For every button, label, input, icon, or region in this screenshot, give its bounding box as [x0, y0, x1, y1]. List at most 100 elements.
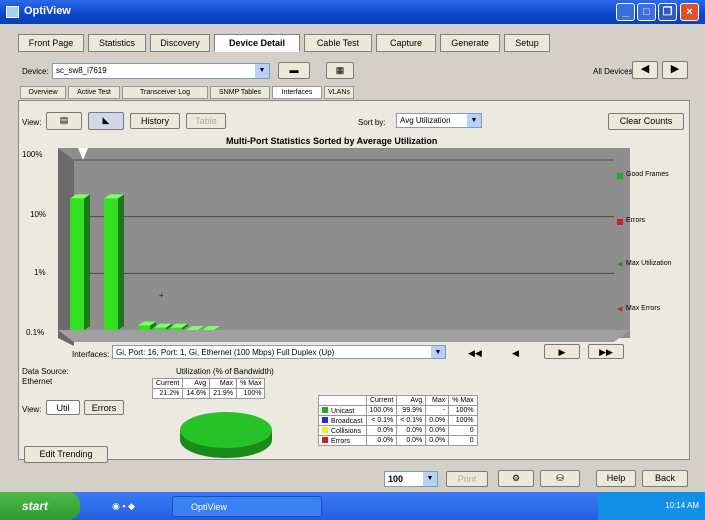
util-header: Current [151, 378, 184, 389]
chevron-down-icon: ▼ [423, 472, 437, 486]
start-button[interactable]: start [0, 492, 80, 520]
util-header: Max [209, 378, 238, 389]
network-button[interactable]: ⛁ [540, 470, 580, 487]
util-header: % Max [236, 378, 266, 389]
stats-row-name: Unicast [318, 405, 367, 416]
utilization-heading: Utilization (% of Bandwidth) [176, 367, 274, 376]
chart-icon: ◣ [102, 115, 110, 125]
chart-bar-front [70, 198, 84, 330]
utilization-pie-chart [180, 412, 272, 458]
stats-header: % Max [448, 395, 478, 406]
errors-button[interactable]: Errors [84, 400, 124, 415]
util-header: Avg [182, 378, 211, 389]
stats-cell: - [425, 405, 450, 416]
prev-device-button[interactable]: ◀ [632, 61, 658, 79]
stats-row-label: Broadcast [331, 417, 363, 425]
print-button[interactable]: Print [446, 471, 488, 487]
taskbar-app-button[interactable]: OptiView [172, 496, 322, 517]
stats-row-name: Broadcast [318, 415, 367, 426]
tab-device-detail[interactable]: Device Detail [214, 34, 300, 52]
chart-bar-front [104, 198, 118, 330]
minimize-icon[interactable]: _ [616, 3, 635, 21]
y-tick-3: 0.1% [26, 328, 45, 337]
restore-icon[interactable]: ❐ [658, 3, 677, 21]
chevron-down-icon: ▼ [467, 114, 481, 127]
quick-launch-icons[interactable]: ◉ ▪ ◆ [112, 501, 135, 512]
table-button[interactable]: Table [186, 113, 226, 129]
stats-row-label: Errors [331, 437, 351, 445]
subtab-overview[interactable]: Overview [20, 86, 66, 99]
taskbar-app-label: OptiView [191, 502, 227, 512]
legend-errors-swatch [617, 219, 623, 225]
chevron-down-icon: ▼ [255, 64, 269, 78]
stats-cell: 100% [448, 415, 478, 426]
tab-statistics[interactable]: Statistics [88, 34, 146, 52]
device-list-button[interactable]: ▬ [278, 62, 310, 79]
subtab-transceiver-log[interactable]: Transceiver Log [122, 86, 208, 99]
util-button[interactable]: Util [46, 400, 80, 415]
device-value: sc_sw8_i7619 [56, 66, 107, 75]
stats-header: Avg [396, 395, 427, 406]
sort-select[interactable]: Avg Utilization ▼ [396, 113, 482, 128]
device-select[interactable]: sc_sw8_i7619 ▼ [52, 63, 270, 79]
data-view-label: View: [22, 405, 42, 414]
subtab-active-test[interactable]: Active Test [68, 86, 120, 99]
close-icon[interactable]: × [680, 3, 699, 21]
next-device-button[interactable]: ▶ [662, 61, 688, 79]
tools-button[interactable]: ⚙ [498, 470, 534, 487]
stats-cell: 0.0% [396, 425, 427, 436]
edit-trending-button[interactable]: Edit Trending [24, 446, 108, 463]
stats-header: Current [365, 395, 398, 406]
stats-row-name: Collisions [318, 425, 367, 436]
util-value: 14.6% [182, 388, 211, 399]
chart-bar-front [154, 327, 166, 330]
chart-bar-side [84, 194, 90, 330]
prev-page-icon[interactable]: ◀ [512, 348, 519, 359]
table-row: Broadcast < 0.1% < 0.1% 0.0% 100% [318, 415, 478, 426]
table-row: Current Avg Max % Max [318, 395, 478, 406]
arrow-left-icon: ◀ [640, 63, 650, 75]
tab-setup[interactable]: Setup [504, 34, 550, 52]
maximize-icon[interactable]: □ [637, 3, 656, 21]
chart-back-wall [58, 148, 630, 338]
util-value: 21.9% [209, 388, 238, 399]
zoom-value: 100 [388, 474, 404, 484]
chart-floor [58, 330, 630, 342]
tab-generate[interactable]: Generate [440, 34, 500, 52]
tab-cable-test[interactable]: Cable Test [304, 34, 372, 52]
subtab-snmp-tables[interactable]: SNMP Tables [210, 86, 270, 99]
pie-top [180, 412, 272, 448]
graph-view-button[interactable]: ◣ [88, 112, 124, 130]
all-devices-label: All Devices: [593, 67, 635, 76]
interface-select[interactable]: Gi, Port: 16, Port: 1, Gi, Ethernet (100… [112, 345, 446, 359]
tools-icon: ⚙ [511, 473, 521, 483]
chart-point-label: + [159, 291, 164, 300]
table-row: Current Avg Max % Max [151, 378, 266, 389]
y-tick-1: 10% [30, 210, 47, 219]
util-value: 21.2% [151, 388, 184, 399]
arrow-right-icon: ▶ [670, 63, 680, 75]
first-page-icon[interactable]: ◀◀ [468, 348, 482, 359]
stats-cell: 0 [448, 435, 478, 446]
tab-discovery[interactable]: Discovery [150, 34, 210, 52]
tab-front-page[interactable]: Front Page [18, 34, 84, 52]
next-page-button[interactable]: ▶ [544, 344, 580, 359]
subtab-interfaces[interactable]: Interfaces [272, 86, 322, 99]
stats-cell: 100.0% [365, 405, 398, 416]
chart-bar-front [138, 325, 150, 330]
stats-table: Current Avg Max % Max Unicast 100.0% 99.9%… [318, 395, 478, 446]
system-tray: 10:14 AM [598, 492, 705, 520]
back-button[interactable]: Back [642, 470, 688, 487]
history-button[interactable]: History [130, 113, 180, 129]
zoom-select[interactable]: 100 ▼ [384, 471, 438, 487]
tab-capture[interactable]: Capture [376, 34, 436, 52]
subtab-vlans[interactable]: VLANs [324, 86, 354, 99]
device-info-button[interactable]: ▦ [326, 62, 354, 79]
stats-cell: 0.0% [425, 435, 450, 446]
clear-counts-button[interactable]: Clear Counts [608, 113, 684, 130]
bar-view-button[interactable]: ▤ [46, 112, 82, 130]
last-page-button[interactable]: ▶▶ [588, 344, 624, 359]
help-button[interactable]: Help [596, 470, 636, 487]
table-row: Collisions 0.0% 0.0% 0.0% 0 [318, 425, 478, 436]
legend-max-utilization: Max Utilization [626, 260, 672, 267]
